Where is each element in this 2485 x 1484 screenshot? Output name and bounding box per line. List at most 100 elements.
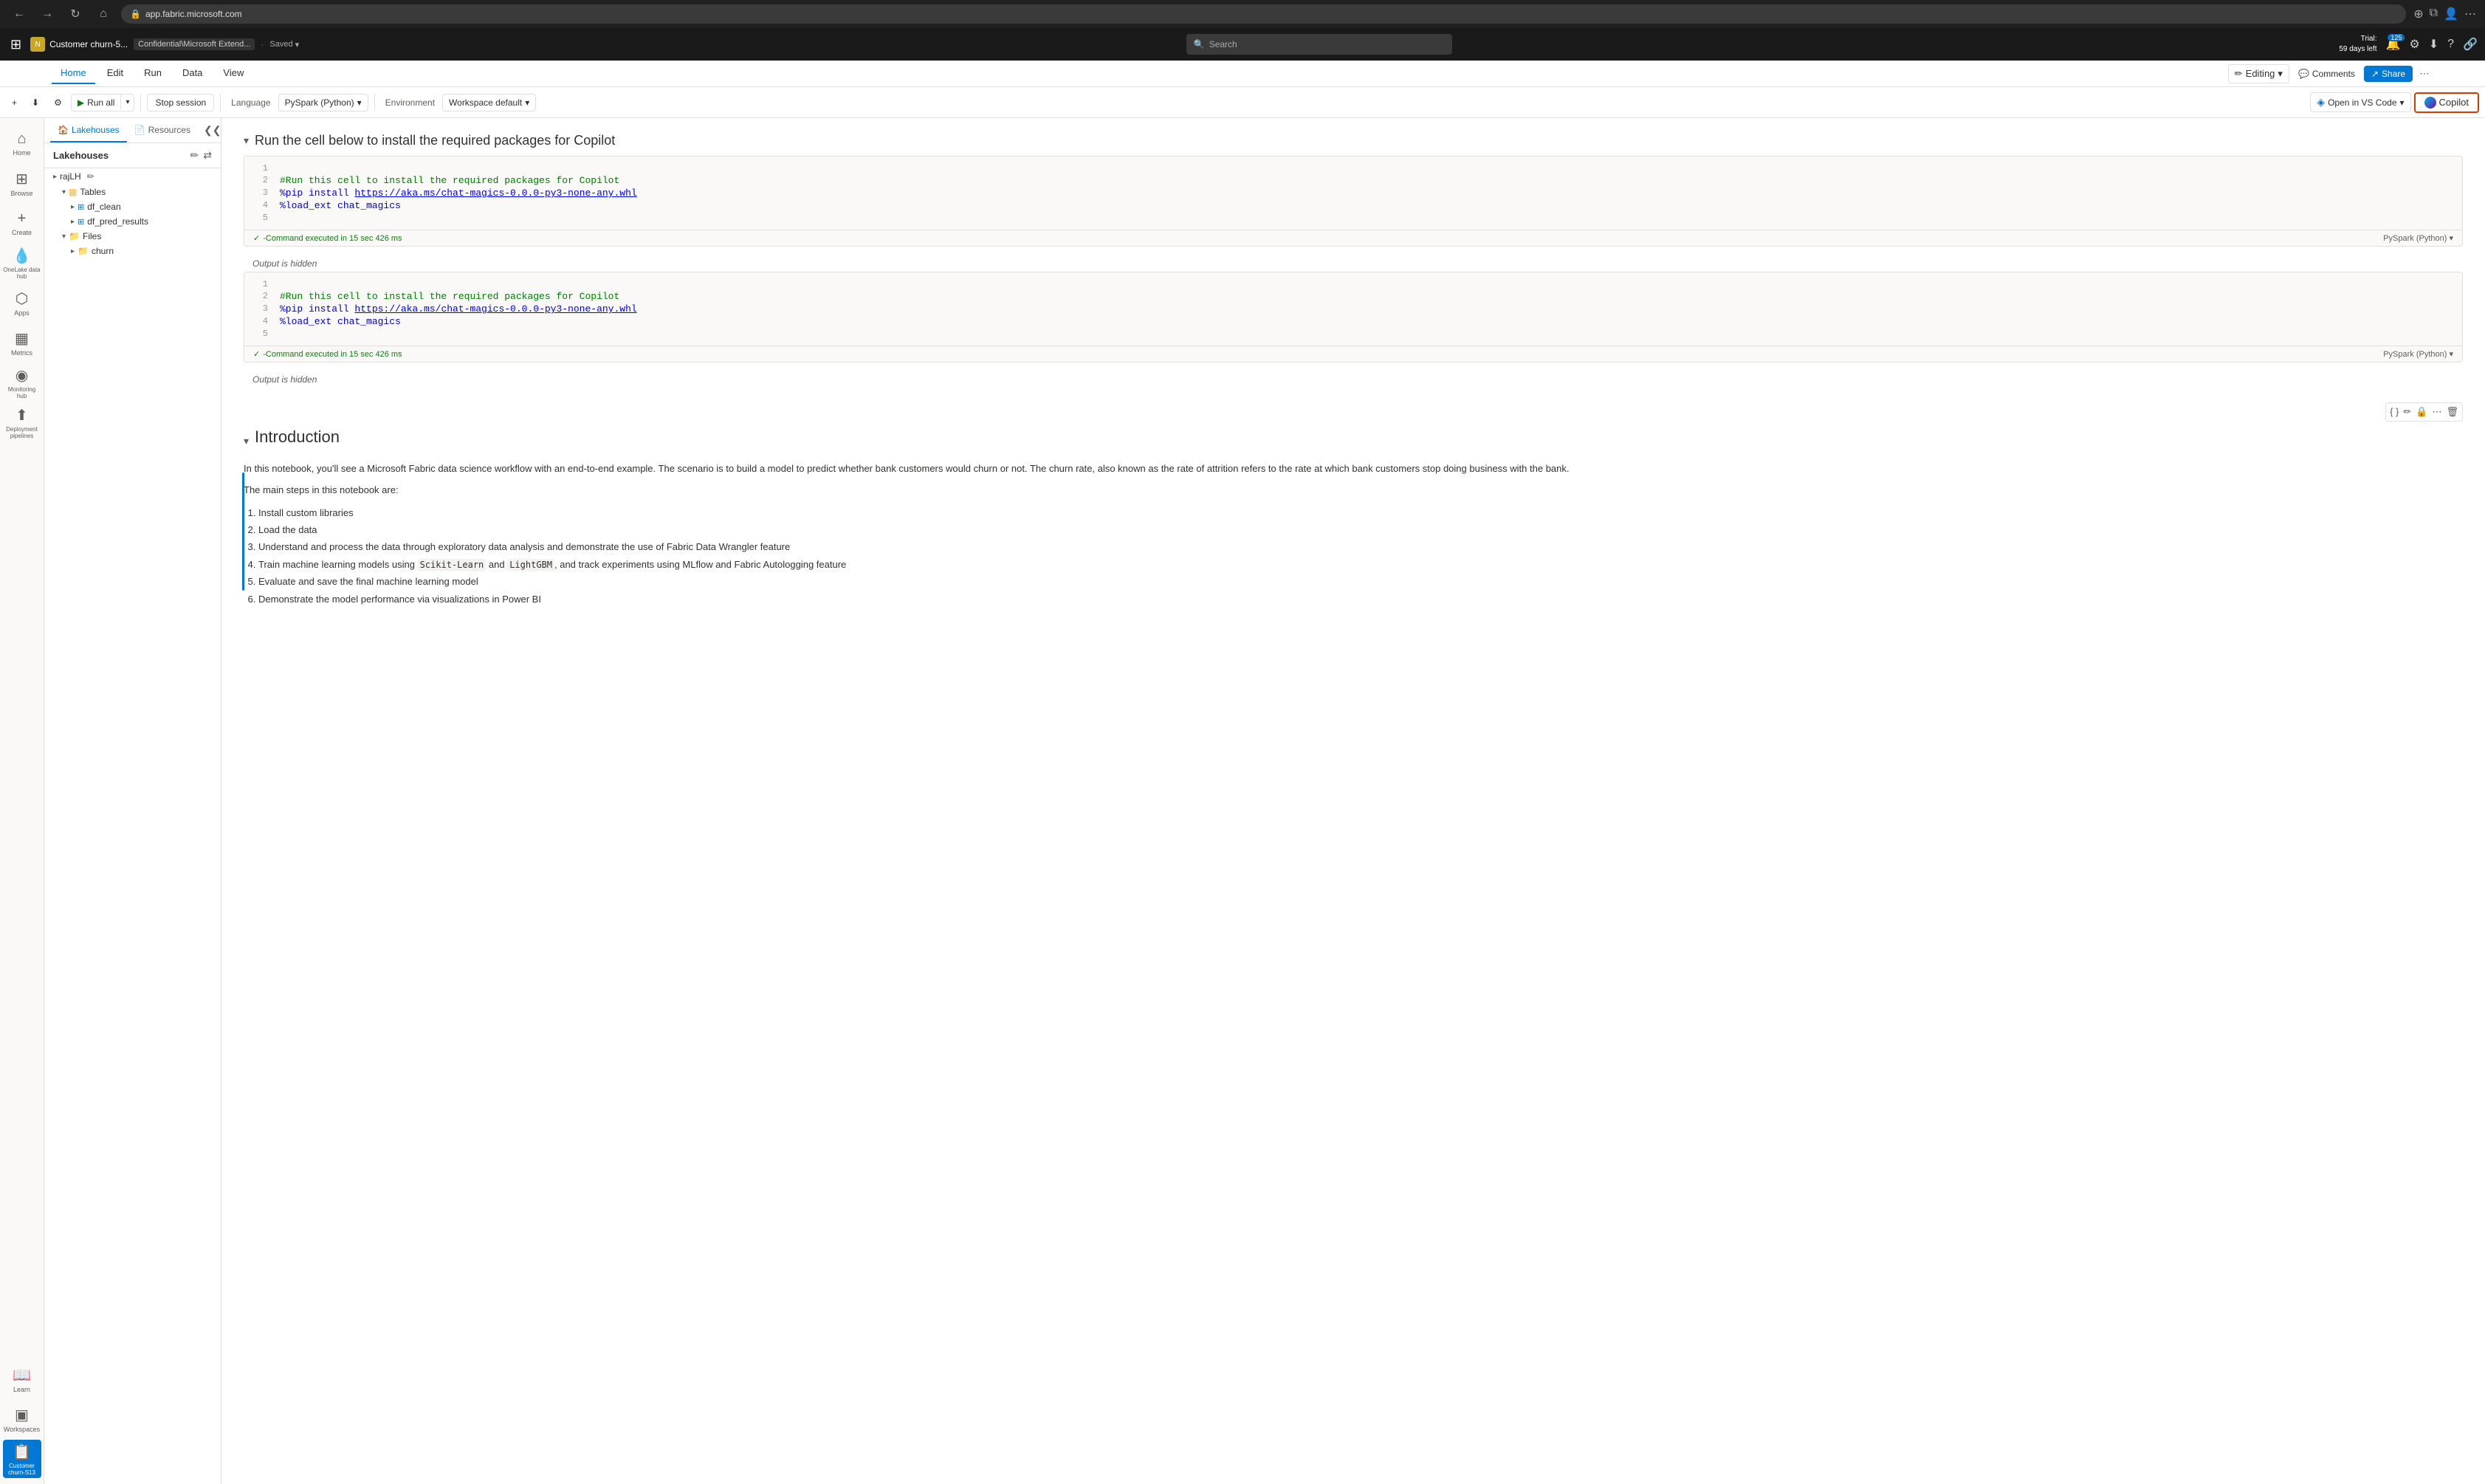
waffle-menu-icon[interactable]: ⊞ (7, 34, 24, 55)
download-icon[interactable]: ⬇ (2429, 37, 2438, 52)
add-cell-button[interactable]: + (6, 95, 23, 111)
cell-2-lang[interactable]: PySpark (Python) ▾ (2383, 349, 2453, 359)
df-pred-table-icon: ⊞ (78, 217, 84, 227)
panel-header-actions: ✏ ⇄ (190, 149, 212, 162)
sidebar-item-workspaces[interactable]: ▣ Workspaces (3, 1400, 41, 1438)
panel-tab-lakehouses-label: Lakehouses (72, 125, 120, 135)
help-icon[interactable]: ? (2447, 38, 2454, 51)
notifications-icon[interactable]: 🔔 125 (2386, 37, 2401, 52)
code-cell-2-body: 1 2 #Run this cell to install the requir… (244, 272, 2462, 346)
sidebar-apps-label: Apps (14, 309, 30, 317)
browser-ext-icon[interactable]: ⊕ (2413, 7, 2423, 21)
language-selector[interactable]: PySpark (Python) ▾ (278, 94, 368, 111)
cell-2-lang-dropdown: ▾ (2449, 350, 2453, 359)
browser-forward-button[interactable]: → (37, 4, 58, 24)
tab-run[interactable]: Run (135, 63, 171, 84)
tree-item-tables[interactable]: ▾ ▦ Tables (44, 185, 221, 199)
run-all-label: Run all (87, 97, 114, 108)
browse-icon: ⊞ (16, 170, 28, 188)
tab-data[interactable]: Data (173, 63, 211, 84)
share-top-icon[interactable]: 🔗 (2463, 37, 2478, 52)
tab-edit[interactable]: Edit (98, 63, 132, 84)
browser-account-icon[interactable]: 👤 (2444, 7, 2458, 21)
settings-icon[interactable]: ⚙ (2409, 37, 2419, 52)
tree-item-files[interactable]: ▾ 📁 Files (44, 229, 221, 244)
sidebar-item-deployment[interactable]: ⬆ Deployment pipelines (3, 403, 41, 442)
create-icon: + (18, 210, 27, 227)
browser-back-button[interactable]: ← (9, 4, 30, 24)
sidebar-item-apps[interactable]: ⬡ Apps (3, 284, 41, 322)
settings-toolbar-button[interactable]: ⚙ (48, 95, 68, 111)
editing-button[interactable]: ✏ Editing ▾ (2228, 64, 2289, 83)
run-all-dropdown[interactable]: ▾ (120, 95, 134, 109)
step-1: Install custom libraries (258, 504, 2463, 521)
editing-dropdown-icon: ▾ (2278, 68, 2283, 80)
df-pred-chevron-icon: ▸ (71, 218, 75, 226)
top-nav-right: Trial: 59 days left 🔔 125 ⚙ ⬇ ? 🔗 (2339, 34, 2478, 55)
cell-1-lang[interactable]: PySpark (Python) ▾ (2383, 233, 2453, 243)
lakehouse-item-rajlh[interactable]: ▸ rajLH ✏ (44, 168, 221, 185)
sidebar-customer-churn-label: Customer churn-S13 (3, 1463, 41, 1476)
comments-button[interactable]: 💬 Comments (2292, 66, 2361, 82)
intro-section-header[interactable]: ▾ Introduction (244, 427, 2463, 454)
browser-refresh-button[interactable]: ↻ (65, 4, 86, 24)
code-view-icon[interactable]: { } (2388, 405, 2401, 419)
run-all-main[interactable]: ▶ Run all (72, 95, 121, 111)
panel-tab-resources[interactable]: 📄 Resources (127, 118, 198, 142)
tree-item-churn[interactable]: ▸ 📁 churn (44, 244, 221, 258)
sidebar-item-home[interactable]: ⌂ Home (3, 124, 41, 162)
sidebar-item-customer-churn[interactable]: 📋 Customer churn-S13 (3, 1440, 41, 1478)
sidebar-monitoring-label: Monitoring hub (3, 386, 41, 399)
sidebar-item-browse[interactable]: ⊞ Browse (3, 164, 41, 202)
browser-tabs-icon[interactable]: ⧉ (2430, 7, 2438, 21)
code-cell-2[interactable]: 1 2 #Run this cell to install the requir… (244, 272, 2463, 363)
intro-title: Introduction (255, 427, 340, 447)
browser-home-button[interactable]: ⌂ (93, 4, 114, 24)
download-button[interactable]: ⬇ (26, 95, 45, 111)
ribbon-tabs: Home Edit Run Data View ✏ Editing ▾ 💬 Co… (0, 61, 2485, 87)
sidebar-learn-label: Learn (13, 1386, 30, 1393)
browser-menu-icon[interactable]: ⋯ (2464, 7, 2476, 21)
more-text-options-icon[interactable]: ⋯ (2430, 405, 2444, 419)
more-options-icon[interactable]: ⋯ (2416, 68, 2433, 80)
edit-text-icon[interactable]: ✏ (2401, 405, 2413, 419)
search-box[interactable]: 🔍 Search (1186, 34, 1452, 55)
tab-home[interactable]: Home (52, 63, 95, 84)
toolbar: + ⬇ ⚙ ▶ Run all ▾ Stop session Language … (0, 87, 2485, 118)
workspace-dropdown-icon: ▾ (525, 97, 529, 108)
browser-address-bar[interactable]: 🔒 app.fabric.microsoft.com (121, 4, 2406, 24)
sidebar-item-metrics[interactable]: ▦ Metrics (3, 323, 41, 362)
stop-session-button[interactable]: Stop session (147, 94, 214, 111)
saved-badge[interactable]: Saved ▾ (269, 40, 299, 49)
toolbar-divider-1 (140, 94, 141, 111)
delete-text-icon[interactable]: 🗑 (2444, 405, 2461, 419)
step-4: Train machine learning models using Scik… (258, 556, 2463, 574)
cell-1-output: Output is hidden (244, 255, 2463, 272)
switch-lakehouse-icon[interactable]: ⇄ (203, 149, 212, 162)
edit-lakehouse-icon[interactable]: ✏ (190, 149, 199, 162)
panel-tab-lakehouses[interactable]: 🏠 Lakehouses (50, 118, 127, 142)
copilot-section-header[interactable]: ▾ Run the cell below to install the requ… (244, 133, 2463, 148)
learn-icon: 📖 (13, 1366, 31, 1384)
copilot-button[interactable]: Copilot (2414, 92, 2479, 113)
sidebar-workspaces-label: Workspaces (4, 1426, 40, 1433)
sidebar-item-monitoring[interactable]: ◉ Monitoring hub (3, 363, 41, 402)
sidebar-item-onelake[interactable]: 💧 OneLake data hub (3, 244, 41, 282)
df-clean-table-icon: ⊞ (78, 202, 84, 212)
share-button[interactable]: ↗ Share (2364, 66, 2413, 82)
language-dropdown-icon: ▾ (357, 97, 362, 108)
panel-header: Lakehouses ✏ ⇄ (44, 143, 221, 168)
tab-view[interactable]: View (214, 63, 252, 84)
sidebar-item-learn[interactable]: 📖 Learn (3, 1360, 41, 1398)
sidebar-item-create[interactable]: + Create (3, 204, 41, 242)
code-cell-1[interactable]: 1 2 #Run this cell to install the requir… (244, 156, 2463, 247)
churn-label: churn (92, 246, 114, 256)
lock-icon[interactable]: 🔒 (2413, 405, 2430, 419)
lakehouse-edit-icon[interactable]: ✏ (87, 171, 94, 182)
tree-item-df-pred-results[interactable]: ▸ ⊞ df_pred_results (44, 214, 221, 229)
step-2: Load the data (258, 521, 2463, 538)
tree-item-df-clean[interactable]: ▸ ⊞ df_clean (44, 199, 221, 214)
search-placeholder: Search (1209, 39, 1237, 49)
open-vscode-button[interactable]: ◈ Open in VS Code ▾ (2310, 92, 2410, 112)
workspace-selector[interactable]: Workspace default ▾ (442, 94, 536, 111)
